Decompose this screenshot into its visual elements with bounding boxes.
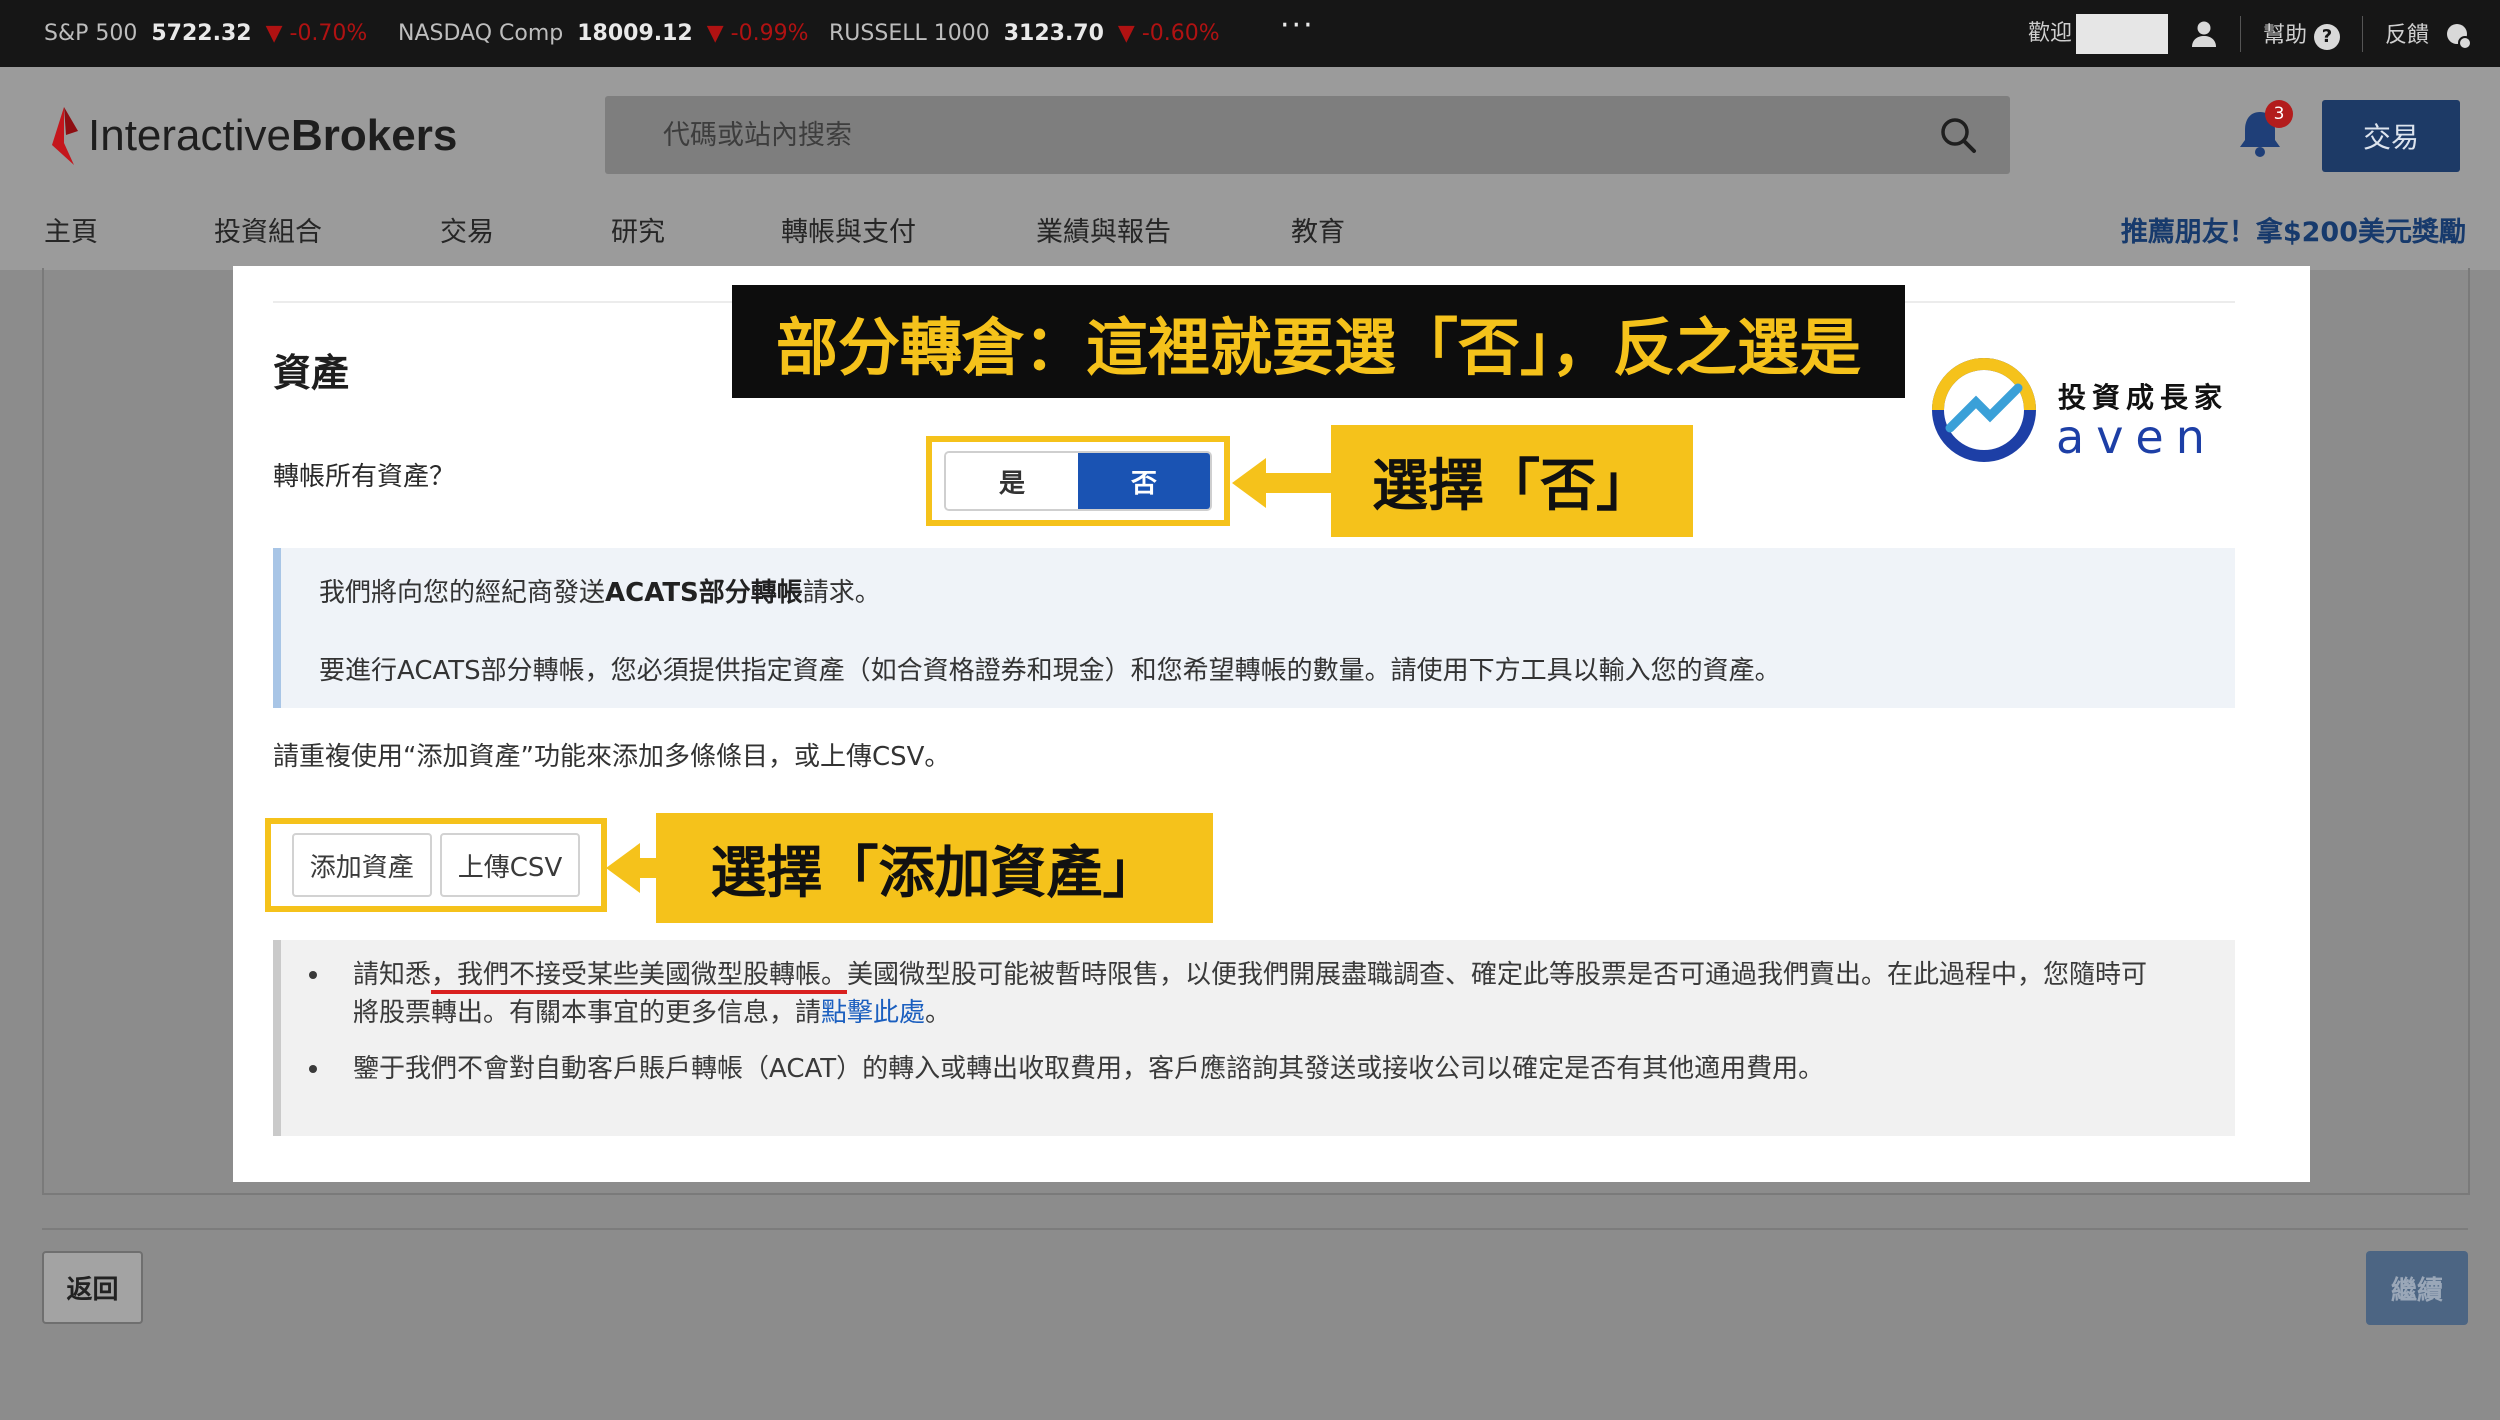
footer-divider bbox=[42, 1228, 2468, 1230]
nav-item-research[interactable]: 研究 bbox=[611, 210, 665, 249]
notice-item: 鑒于我們不會對自動客戶賬戶轉帳（ACAT）的轉入或轉出收取費用，客戶應諮詢其發送… bbox=[309, 1050, 2153, 1088]
annotation-select-no: 選擇「否」 bbox=[1331, 425, 1693, 537]
arrow-left-icon bbox=[606, 843, 660, 893]
ticker-value: 18009.12 bbox=[577, 21, 693, 46]
help-icon: ? bbox=[2313, 23, 2340, 50]
ticker-value: 3123.70 bbox=[1003, 21, 1104, 46]
notice-item: 請知悉，我們不接受某些美國微型股轉帳。美國微型股可能被暫時限售，以便我們開展盡職… bbox=[309, 956, 2153, 1032]
trade-button[interactable]: 交易 bbox=[2322, 100, 2460, 172]
transfer-all-assets-label: 轉帳所有資產？ bbox=[273, 462, 456, 492]
add-asset-hint: 請重複使用“添加資產”功能來添加多條條目，或上傳CSV。 bbox=[273, 742, 951, 772]
feedback-link[interactable]: 反饋 bbox=[2385, 17, 2472, 50]
divider bbox=[2239, 15, 2241, 52]
nav-item-transfer-pay[interactable]: 轉帳與支付 bbox=[781, 210, 916, 249]
toggle-yes-option[interactable]: 是 bbox=[946, 453, 1078, 509]
continue-button[interactable]: 繼續 bbox=[2366, 1251, 2468, 1325]
ticker-item-russell[interactable]: RUSSELL 1000 3123.70 ▼ -0.60% bbox=[829, 0, 1220, 67]
search-icon[interactable] bbox=[1928, 105, 1988, 165]
annotation-banner: 部分轉倉：這裡就要選「否」，反之選是 bbox=[732, 285, 1905, 398]
bullet-icon bbox=[309, 1065, 317, 1073]
down-arrow-icon: ▼ bbox=[706, 21, 724, 46]
help-link[interactable]: 幫助 ? bbox=[2263, 17, 2340, 50]
welcome-user[interactable]: 歡迎 bbox=[2028, 13, 2168, 54]
info-line-2: 要進行ACATS部分轉帳，您必須提供指定資產（如合資格證券和現金）和您希望轉帳的… bbox=[319, 656, 1781, 686]
ib-logo-icon bbox=[52, 107, 78, 165]
nav-item-trade[interactable]: 交易 bbox=[440, 210, 494, 249]
top-utility-links: 歡迎 幫助 ? 反饋 bbox=[2028, 0, 2472, 67]
feedback-icon bbox=[2447, 24, 2472, 50]
down-arrow-icon: ▼ bbox=[265, 21, 283, 46]
user-icon[interactable] bbox=[2190, 20, 2218, 48]
down-arrow-icon: ▼ bbox=[1117, 21, 1135, 46]
site-header: InteractiveBrokers 3 交易 主頁 投資組合 交易 研究 轉帳… bbox=[0, 67, 2500, 270]
nav-item-home[interactable]: 主頁 bbox=[44, 210, 98, 249]
ticker-name: NASDAQ Comp bbox=[398, 21, 564, 46]
nav-item-performance-reports[interactable]: 業績與報告 bbox=[1036, 210, 1171, 249]
nav-item-portfolio[interactable]: 投資組合 bbox=[214, 210, 322, 249]
toggle-highlight-box: 是 否 bbox=[926, 436, 1230, 526]
main-nav: 主頁 投資組合 交易 研究 轉帳與支付 業績與報告 教育 推薦朋友！拿$200美… bbox=[0, 200, 2500, 260]
ticker-change: ▼ -0.60% bbox=[1117, 21, 1220, 46]
buttons-highlight-box: 添加資產 上傳CSV bbox=[265, 818, 607, 912]
ticker-change: ▼ -0.99% bbox=[706, 21, 809, 46]
ticker-name: RUSSELL 1000 bbox=[829, 21, 990, 46]
nav-item-education[interactable]: 教育 bbox=[1291, 210, 1345, 249]
brand-name-en: aven bbox=[2056, 410, 2217, 464]
search-input[interactable] bbox=[605, 118, 1928, 152]
toggle-no-option[interactable]: 否 bbox=[1078, 453, 1210, 509]
ticker-value: 5722.32 bbox=[151, 21, 252, 46]
logo-text: InteractiveBrokers bbox=[88, 111, 458, 160]
transfer-all-toggle: 是 否 bbox=[944, 451, 1212, 511]
ticker-more-button[interactable]: ··· bbox=[1280, 8, 1315, 43]
ticker-name: S&P 500 bbox=[44, 21, 138, 46]
referral-promo-link[interactable]: 推薦朋友！拿$200美元獎勵 bbox=[2121, 210, 2466, 249]
section-title: 資產 bbox=[273, 351, 350, 395]
info-line-1: 我們將向您的經紀商發送ACATS部分轉帳請求。 bbox=[319, 578, 881, 608]
ticker-item-nasdaq[interactable]: NASDAQ Comp 18009.12 ▼ -0.99% bbox=[398, 0, 808, 67]
notification-badge: 3 bbox=[2265, 100, 2293, 128]
interactive-brokers-logo[interactable]: InteractiveBrokers bbox=[44, 105, 457, 167]
arrow-left-icon bbox=[1232, 458, 1334, 508]
ticker-item-sp500[interactable]: S&P 500 5722.32 ▼ -0.70% bbox=[44, 0, 367, 67]
microcap-warning: ，我們不接受某些美國微型股轉帳。 bbox=[431, 960, 848, 994]
notice-box: 請知悉，我們不接受某些美國微型股轉帳。美國微型股可能被暫時限售，以便我們開展盡職… bbox=[273, 940, 2235, 1136]
back-button[interactable]: 返回 bbox=[42, 1251, 143, 1324]
market-ticker-bar: S&P 500 5722.32 ▼ -0.70% NASDAQ Comp 180… bbox=[0, 0, 2500, 67]
bullet-icon bbox=[309, 971, 317, 979]
add-asset-button[interactable]: 添加資產 bbox=[291, 833, 432, 897]
info-callout: 我們將向您的經紀商發送ACATS部分轉帳請求。 要進行ACATS部分轉帳，您必須… bbox=[273, 548, 2235, 708]
click-here-link[interactable]: 點擊此處 bbox=[821, 998, 925, 1028]
search-bar bbox=[605, 96, 2010, 174]
upload-csv-button[interactable]: 上傳CSV bbox=[439, 833, 581, 897]
divider bbox=[2361, 15, 2363, 52]
annotation-select-add-asset: 選擇「添加資產」 bbox=[656, 813, 1213, 923]
redacted-username bbox=[2075, 13, 2168, 54]
ticker-change: ▼ -0.70% bbox=[265, 21, 368, 46]
